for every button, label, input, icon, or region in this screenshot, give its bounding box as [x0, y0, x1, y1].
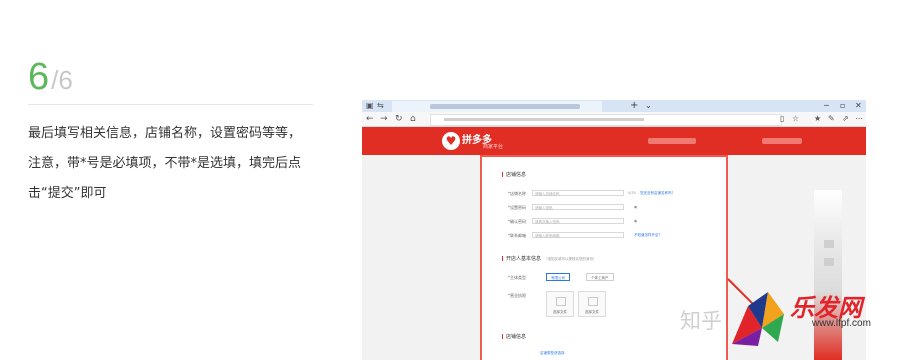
- minimize-icon[interactable]: ─: [824, 100, 829, 112]
- pixelated-block: [824, 240, 834, 248]
- field-label: *主体类型: [508, 275, 526, 280]
- url-text-blurred: [444, 118, 644, 121]
- address-bar: ← → ↻ ⌂ ▯ ☆ ★ ✎ ⇗ ⋯: [362, 112, 866, 127]
- favorites-icon[interactable]: ★: [814, 114, 821, 124]
- eye-icon[interactable]: ●: [634, 219, 637, 223]
- pinduoduo-logo-icon: ♥: [442, 132, 460, 150]
- step-current: 6: [28, 56, 50, 98]
- step-description: 最后填写相关信息，店铺名称，设置密码等等，注意，带*号是必填项，不带*是选填，填…: [28, 126, 302, 201]
- radio-company[interactable]: 有限公司: [546, 273, 570, 281]
- field-label: *店铺名称: [508, 191, 526, 196]
- upload-box[interactable]: 选择文件: [578, 291, 606, 317]
- site-subtitle: 商家平台: [483, 144, 504, 150]
- help-link[interactable]: 不知道怎样开店？: [634, 233, 662, 238]
- radio-individual[interactable]: 个体工商户: [586, 273, 614, 281]
- help-link[interactable]: 您还没有店铺名称吗？: [640, 191, 675, 196]
- corner-url: www.lfpf.com: [812, 318, 871, 329]
- section-title: 店铺信息: [502, 333, 526, 340]
- field-label: *设置密码: [508, 205, 526, 210]
- upload-box[interactable]: 选择文件: [546, 291, 574, 317]
- image-placeholder-icon: [588, 297, 598, 306]
- back-icon[interactable]: ←: [366, 114, 374, 124]
- zhihu-watermark: 知乎: [680, 309, 722, 333]
- favorite-star-icon[interactable]: ☆: [792, 114, 799, 124]
- reading-view-icon[interactable]: ▯: [780, 114, 784, 124]
- more-icon[interactable]: ⋯: [855, 114, 863, 124]
- image-placeholder-icon: [556, 297, 566, 306]
- site-header: ♥ 拼多多 商家平台: [362, 127, 866, 155]
- side-banner-blurred: [814, 190, 842, 360]
- home-icon[interactable]: ⌂: [410, 114, 416, 124]
- field-label: *联系邮箱: [508, 233, 526, 238]
- header-blurred-text: [648, 138, 696, 144]
- share-icon[interactable]: ⇗: [842, 114, 849, 124]
- password-input[interactable]: 请输入密码: [532, 204, 624, 210]
- tab-list-icon: ▣: [366, 101, 374, 110]
- forward-icon[interactable]: →: [380, 114, 388, 124]
- eye-icon[interactable]: ●: [634, 205, 637, 209]
- browser-tab-bar: ▣ ⇆ + ⌄ ─ ▫ ✕: [362, 100, 866, 112]
- pen-icon[interactable]: ✎: [828, 114, 835, 124]
- maximize-icon[interactable]: ▫: [840, 100, 845, 112]
- shop-name-input[interactable]: 请输入店铺名称: [532, 190, 624, 196]
- confirm-password-input[interactable]: 请再次输入密码: [532, 218, 624, 224]
- char-count: 0/30: [628, 191, 636, 195]
- tab-back-icon: ⇆: [377, 101, 384, 110]
- step-total: /6: [51, 65, 73, 95]
- field-label: *营业执照: [508, 293, 526, 298]
- step-divider: [28, 104, 313, 105]
- section-title: 店铺信息: [502, 171, 526, 178]
- header-blurred-text: [762, 138, 802, 144]
- close-icon[interactable]: ✕: [855, 100, 862, 112]
- field-label: *确认密码: [508, 219, 526, 224]
- step-panel: 6/6 最后填写相关信息，店铺名称，设置密码等等，注意，带*号是必填项，不带*是…: [28, 58, 313, 209]
- browser-tab[interactable]: [392, 101, 602, 112]
- site-logo-icon: [732, 292, 784, 346]
- step-counter: 6/6: [28, 58, 313, 96]
- email-input[interactable]: 请输入联系邮箱: [532, 232, 624, 238]
- pixelated-block: [824, 258, 834, 266]
- section-title: 开店人基本信息 （请如实填写以便核实您的身份）: [502, 255, 597, 262]
- refresh-icon[interactable]: ↻: [395, 114, 403, 124]
- tab-dropdown-icon[interactable]: ⌄: [645, 100, 652, 112]
- new-tab-button[interactable]: +: [630, 100, 638, 112]
- tab-title-blurred: [430, 104, 580, 109]
- shop-type-link[interactable]: 店铺类型请选择: [540, 351, 565, 356]
